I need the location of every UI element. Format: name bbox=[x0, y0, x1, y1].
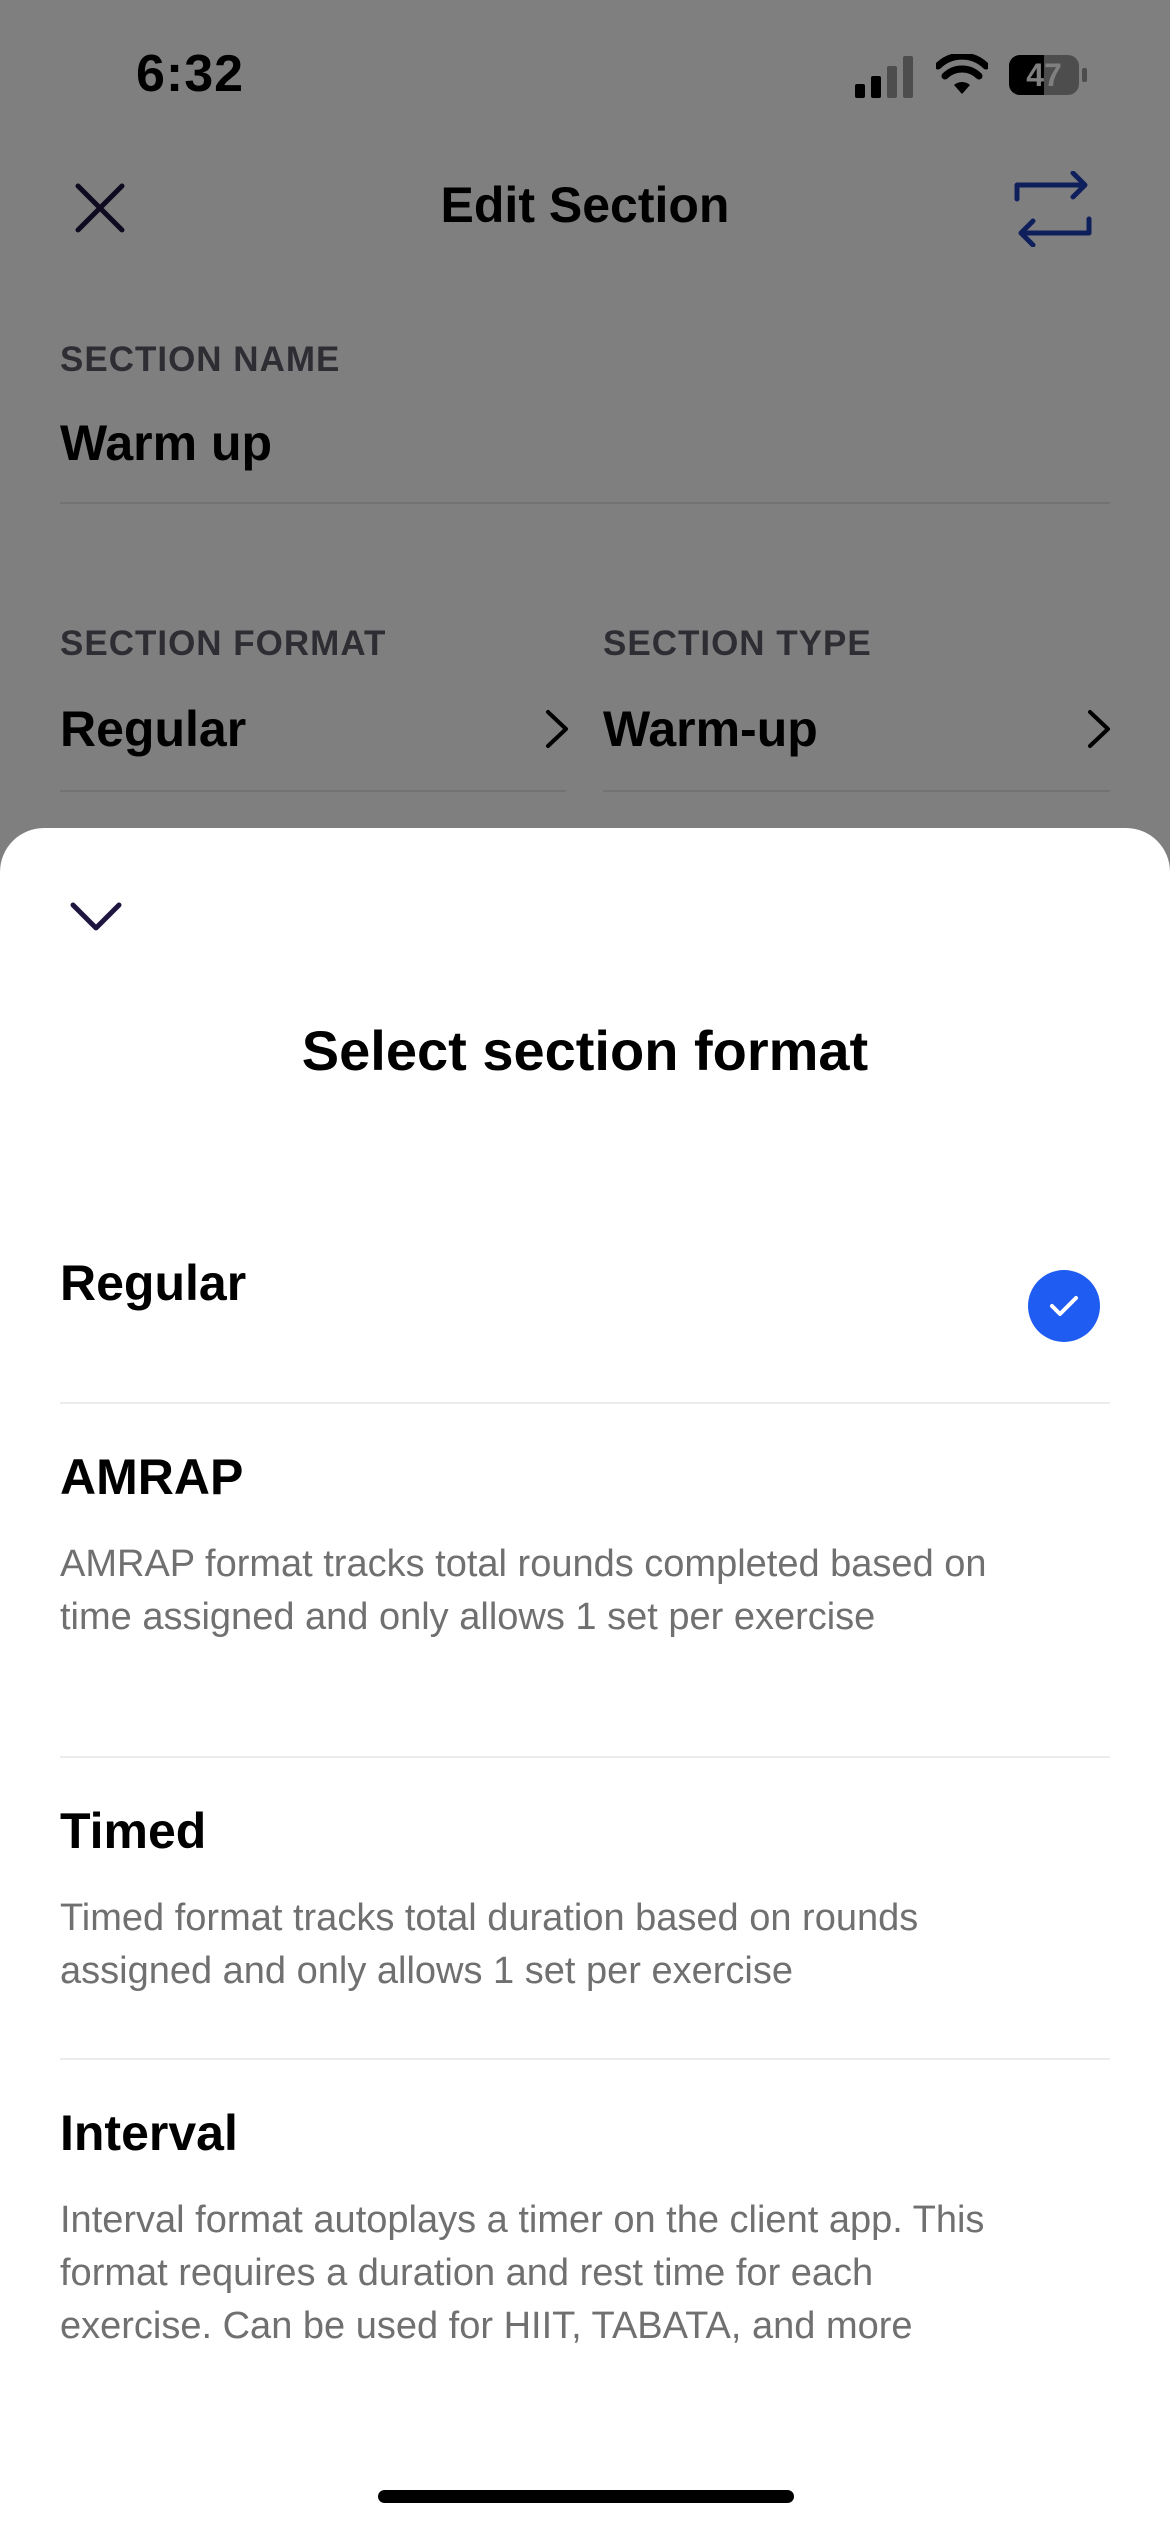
format-option-regular[interactable]: Regular bbox=[60, 1254, 1110, 1394]
selected-check-icon bbox=[1028, 1270, 1100, 1342]
option-title: Interval bbox=[60, 2105, 238, 2161]
format-option-interval[interactable]: Interval Interval format autoplays a tim… bbox=[60, 2104, 1110, 2424]
divider bbox=[60, 1402, 1110, 1404]
format-option-amrap[interactable]: AMRAP AMRAP format tracks total rounds c… bbox=[60, 1448, 1110, 1698]
option-title: Timed bbox=[60, 1803, 207, 1859]
option-title: AMRAP bbox=[60, 1449, 244, 1505]
option-description: Timed format tracks total duration based… bbox=[60, 1897, 919, 1992]
sheet-title: Select section format bbox=[301, 1019, 869, 1082]
chevron-down-icon bbox=[70, 902, 122, 931]
option-description: Interval format autoplays a timer on the… bbox=[60, 2199, 985, 2347]
format-option-timed[interactable]: Timed Timed format tracks total duration… bbox=[60, 1802, 1110, 2012]
option-description: AMRAP format tracks total rounds complet… bbox=[60, 1543, 987, 1638]
option-title: Regular bbox=[60, 1255, 247, 1311]
divider bbox=[60, 2058, 1110, 2060]
divider bbox=[60, 1756, 1110, 1758]
collapse-sheet-button[interactable] bbox=[60, 880, 132, 952]
home-indicator bbox=[378, 2490, 794, 2503]
